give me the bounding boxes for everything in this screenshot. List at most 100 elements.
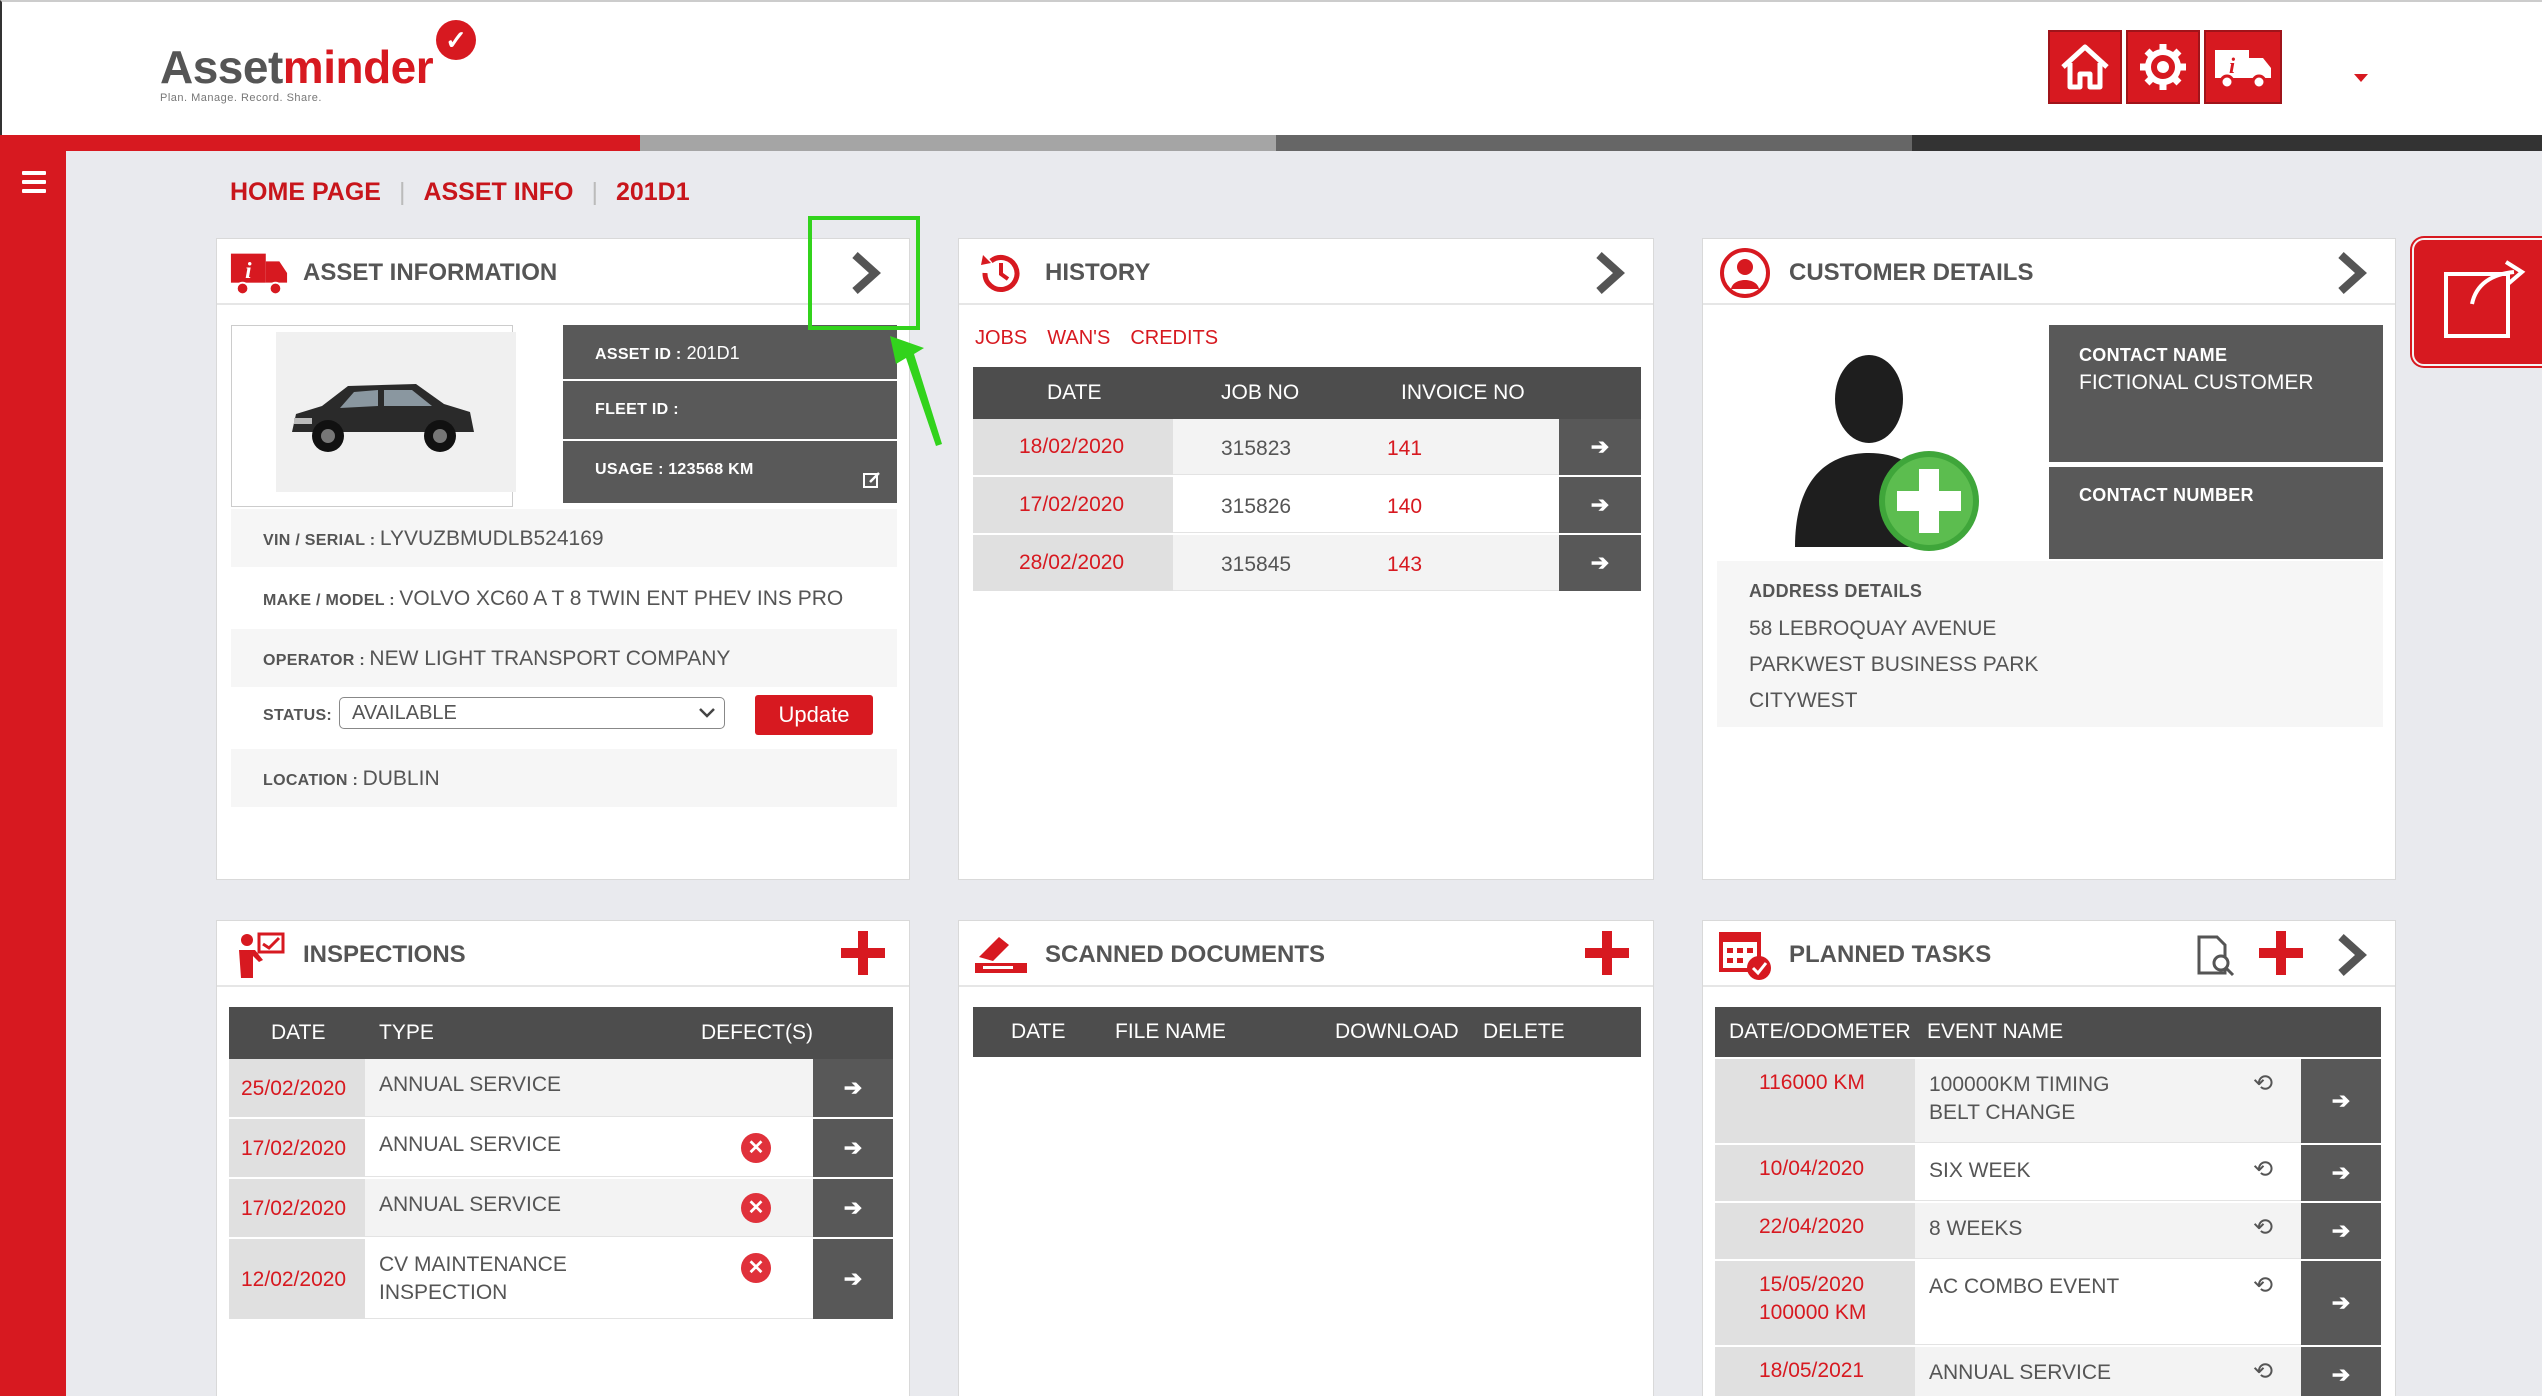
planned-task-row[interactable]: 15/05/2020 100000 KM AC COMBO EVENT ⟲ ➔ xyxy=(1715,1261,2381,1345)
row-arrow-button[interactable]: ➔ xyxy=(1559,477,1641,533)
address-line: CITYWEST xyxy=(1749,689,1858,712)
status-label: STATUS: xyxy=(263,707,333,724)
inspection-row[interactable]: 17/02/2020 ANNUAL SERVICE ✕ ➔ xyxy=(229,1119,893,1177)
add-task-plus-icon[interactable] xyxy=(2259,931,2303,975)
history-icon[interactable]: ⟲ xyxy=(2253,1271,2273,1300)
document-search-icon[interactable] xyxy=(2193,933,2239,979)
address-line: 58 LEBROQUAY AVENUE xyxy=(1749,617,1997,640)
history-row[interactable]: 28/02/2020 315845 143 ➔ xyxy=(973,535,1641,591)
column-header: DATE xyxy=(1011,1020,1066,1043)
column-header: DATE xyxy=(271,1021,326,1044)
history-icon[interactable]: ⟲ xyxy=(2253,1213,2273,1242)
fleet-id-box: FLEET ID : xyxy=(563,381,897,441)
settings-icon xyxy=(2140,44,2186,90)
hamburger-menu-icon[interactable] xyxy=(22,171,46,198)
make-model-value: VOLVO XC60 A T 8 TWIN ENT PHEV INS PRO xyxy=(399,587,844,610)
row-arrow-button[interactable]: ➔ xyxy=(2301,1347,2381,1396)
planned-date-odometer: 10/04/2020 xyxy=(1759,1157,1865,1180)
arrow-right-icon: ➔ xyxy=(2331,1218,2351,1243)
row-arrow-button[interactable]: ➔ xyxy=(1559,535,1641,591)
contact-name-label: CONTACT NAME xyxy=(2079,345,2228,365)
arrow-right-icon: ➔ xyxy=(843,1266,863,1291)
inspection-row[interactable]: 12/02/2020 CV MAINTENANCE INSPECTION ✕ ➔ xyxy=(229,1239,893,1319)
address-label: ADDRESS DETAILS xyxy=(1749,581,1923,601)
planned-table-header: DATE/ODOMETER EVENT NAME xyxy=(1715,1007,2381,1057)
defect-x-icon[interactable]: ✕ xyxy=(741,1253,771,1283)
defect-x-icon[interactable]: ✕ xyxy=(741,1133,771,1163)
panel-title: SCANNED DOCUMENTS xyxy=(1045,941,1326,968)
breadcrumb-asset[interactable]: 201D1 xyxy=(616,178,690,207)
asset-info-button[interactable]: i xyxy=(2204,30,2282,104)
chevron-right-icon[interactable] xyxy=(1589,251,1629,295)
planned-date-odometer: 15/05/2020 xyxy=(1759,1273,1865,1296)
vin-label: VIN / SERIAL : xyxy=(263,532,376,549)
row-arrow-button[interactable]: ➔ xyxy=(813,1239,893,1319)
planned-event-name: 8 WEEKS xyxy=(1929,1217,2023,1240)
inspection-row[interactable]: 25/02/2020 ANNUAL SERVICE ➔ xyxy=(229,1059,893,1117)
row-arrow-button[interactable]: ➔ xyxy=(2301,1059,2381,1143)
defect-x-icon[interactable]: ✕ xyxy=(741,1193,771,1223)
planned-task-row[interactable]: 116000 KM 100000KM TIMING BELT CHANGE ⟲ ➔ xyxy=(1715,1059,2381,1143)
row-arrow-button[interactable]: ➔ xyxy=(813,1119,893,1177)
logo-check-icon: ✓ xyxy=(436,20,476,60)
logo-text-minder: minder xyxy=(282,41,434,93)
inspection-date: 17/02/2020 xyxy=(241,1137,347,1160)
history-date: 17/02/2020 xyxy=(1019,493,1125,516)
history-row[interactable]: 18/02/2020 315823 141 ➔ xyxy=(973,419,1641,475)
operator-row: OPERATOR : NEW LIGHT TRANSPORT COMPANY xyxy=(231,629,897,687)
column-header: DEFECT(S) xyxy=(701,1021,813,1044)
column-header: DELETE xyxy=(1483,1020,1565,1043)
breadcrumb-home[interactable]: HOME PAGE xyxy=(230,178,381,207)
row-arrow-button[interactable]: ➔ xyxy=(1559,419,1641,475)
update-button[interactable]: Update xyxy=(755,695,873,735)
planned-date-odometer: 22/04/2020 xyxy=(1759,1215,1865,1238)
asset-id-label: ASSET ID : xyxy=(595,346,682,363)
home-button[interactable] xyxy=(2048,30,2122,104)
add-inspection-plus-icon[interactable] xyxy=(841,931,885,975)
breadcrumb-asset-info[interactable]: ASSET INFO xyxy=(423,178,573,207)
inspection-row[interactable]: 17/02/2020 ANNUAL SERVICE ✕ ➔ xyxy=(229,1179,893,1237)
status-select[interactable]: AVAILABLE xyxy=(339,697,725,729)
row-arrow-button[interactable]: ➔ xyxy=(813,1179,893,1237)
usage-value: 123568 KM xyxy=(668,461,754,478)
chevron-right-icon[interactable] xyxy=(2331,933,2371,977)
user-menu-caret-icon[interactable] xyxy=(2354,74,2368,82)
history-row[interactable]: 17/02/2020 315826 140 ➔ xyxy=(973,477,1641,533)
history-icon[interactable]: ⟲ xyxy=(2253,1155,2273,1184)
tab-jobs[interactable]: JOBS xyxy=(975,327,1027,350)
sidebar xyxy=(0,151,66,1396)
home-icon xyxy=(2061,44,2109,90)
breadcrumb-separator: | xyxy=(591,178,598,206)
chevron-right-icon[interactable] xyxy=(2331,251,2371,295)
planned-task-row[interactable]: 18/05/2021 ANNUAL SERVICE ⟲ ➔ xyxy=(1715,1347,2381,1396)
planned-task-row[interactable]: 22/04/2020 8 WEEKS ⟲ ➔ xyxy=(1715,1203,2381,1259)
row-arrow-button[interactable]: ➔ xyxy=(2301,1203,2381,1259)
planned-task-row[interactable]: 10/04/2020 SIX WEEK ⟲ ➔ xyxy=(1715,1145,2381,1201)
edit-icon[interactable] xyxy=(863,471,881,489)
history-date: 18/02/2020 xyxy=(1019,435,1125,458)
column-header: JOB NO xyxy=(1221,381,1300,404)
panel-title: HISTORY xyxy=(1045,259,1151,286)
history-icon[interactable]: ⟲ xyxy=(2253,1357,2273,1386)
history-icon[interactable]: ⟲ xyxy=(2253,1069,2273,1098)
truck-info-icon: i xyxy=(2215,50,2271,90)
inspection-type: INSPECTION xyxy=(379,1281,508,1304)
settings-button[interactable] xyxy=(2126,30,2200,104)
row-arrow-button[interactable]: ➔ xyxy=(813,1059,893,1117)
add-document-plus-icon[interactable] xyxy=(1585,931,1629,975)
row-arrow-button[interactable]: ➔ xyxy=(2301,1145,2381,1201)
row-arrow-button[interactable]: ➔ xyxy=(2301,1261,2381,1345)
side-export-tab[interactable] xyxy=(2412,238,2542,366)
tab-credits[interactable]: CREDITS xyxy=(1130,327,1218,350)
arrow-right-icon: ➔ xyxy=(2331,1362,2351,1387)
planned-event-name: BELT CHANGE xyxy=(1929,1101,2076,1124)
app-logo[interactable]: Assetminder Plan. Manage. Record. Share.… xyxy=(160,20,476,104)
panel-title: INSPECTIONS xyxy=(303,941,466,968)
scanner-icon xyxy=(971,931,1031,979)
logo-text-asset: Asset xyxy=(160,41,283,93)
planned-event-name: SIX WEEK xyxy=(1929,1159,2031,1182)
asset-information-panel: i ASSET INFORMATION ASSET ID : 201D1 FLE… xyxy=(216,238,910,880)
inspection-type: ANNUAL SERVICE xyxy=(379,1073,562,1096)
tab-wans[interactable]: WAN'S xyxy=(1047,327,1110,350)
contact-name-box: CONTACT NAME FICTIONAL CUSTOMER xyxy=(2049,325,2383,465)
